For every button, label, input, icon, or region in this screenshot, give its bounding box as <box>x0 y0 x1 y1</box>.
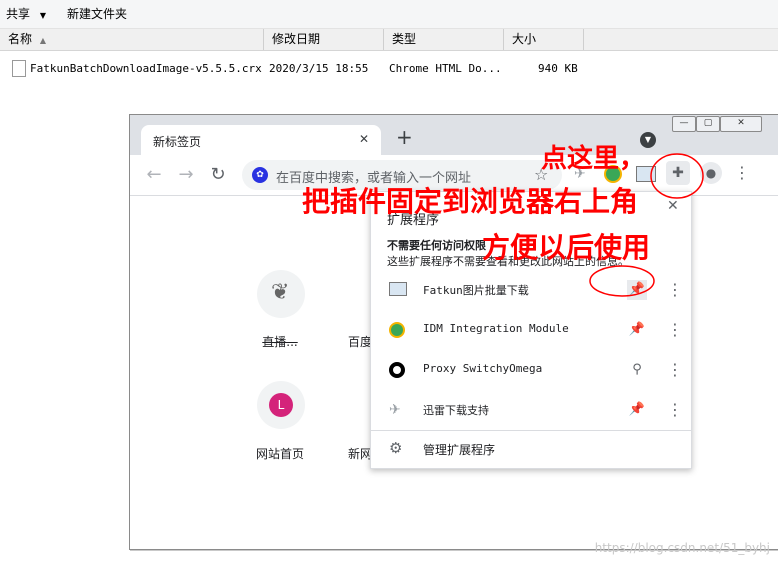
annotation-click-here: 点这里， <box>541 144 646 174</box>
annotation-circle-pin <box>589 265 655 297</box>
annotation-circle-puzzle <box>650 153 704 199</box>
annotation-layer <box>589 153 704 297</box>
annotation-line1: 把插件固定到浏览器右上角 <box>302 185 639 218</box>
watermark: https://blog.csdn.net/51_byhj <box>594 541 770 555</box>
annotation-line2: 方便以后使用 <box>482 231 651 264</box>
